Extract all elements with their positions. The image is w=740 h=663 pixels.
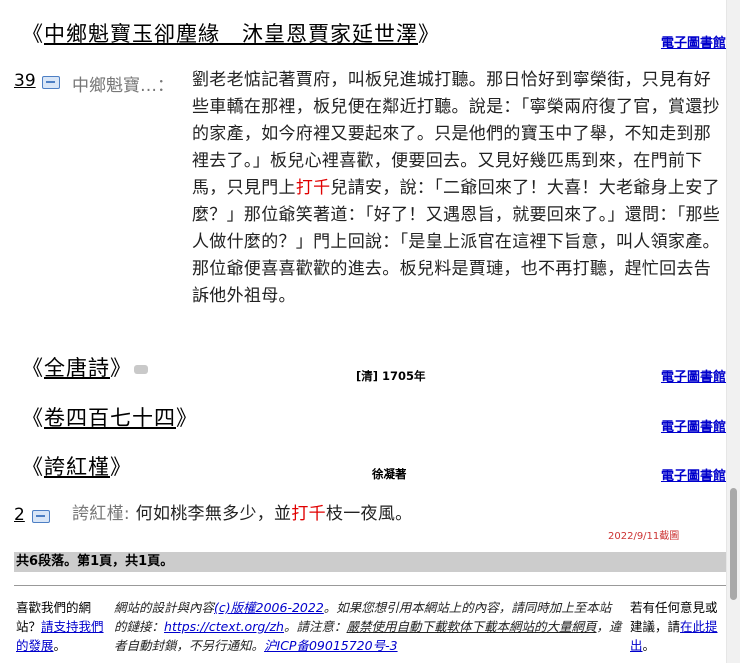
vertical-scrollbar[interactable] xyxy=(726,0,740,663)
book-header-chapter: 《中鄉魁寶玉卻塵緣 沐皇恩賈家延世澤》 電子圖書館 xyxy=(14,18,726,52)
summary-text: 共 xyxy=(16,554,30,569)
book-header-quantangshi: 《全唐詩》 [清] 1705年 電子圖書館 xyxy=(14,352,726,386)
text-segment: 枝一夜風。 xyxy=(325,504,413,524)
snapshot-date-note: 2022/9/11截圖 xyxy=(608,531,680,542)
book-title-chapter: 《中鄉魁寶玉卻塵緣 沐皇恩賈家延世澤》 xyxy=(22,22,440,46)
parallel-passage-icon[interactable] xyxy=(32,510,50,523)
footer-feedback: 若有任何意見或建議，請在此提出。 xyxy=(630,598,720,655)
copyright-link[interactable]: (c)版權2006-2022 xyxy=(214,600,324,615)
book-title-poem: 《誇紅槿》 xyxy=(22,455,132,479)
book-title-juan: 《卷四百七十四》 xyxy=(22,406,198,430)
book-header-juan: 《卷四百七十四》 電子圖書館 xyxy=(14,402,726,436)
book-header-poem: 《誇紅槿》 徐凝著 電子圖書館 xyxy=(14,451,726,485)
summary-text: 頁，共 xyxy=(99,554,139,569)
book-date: [清] 1705年 xyxy=(356,369,426,383)
parallel-passage-icon[interactable] xyxy=(42,76,60,89)
results-summary: 共6段落。第1頁，共1頁。 xyxy=(14,552,726,572)
site-url-link[interactable]: https://ctext.org/zh xyxy=(164,619,284,634)
download-warning: 嚴禁使用自動下載軟体下載本網站的大量網頁 xyxy=(346,619,597,634)
icp-license-link[interactable]: 沪ICP备09015720号-3 xyxy=(264,638,398,653)
search-highlight: 打千 xyxy=(291,504,326,524)
summary-text: 段落。第 xyxy=(38,554,91,569)
search-highlight: 打千 xyxy=(295,178,331,198)
paragraph-text: 誇紅槿: 何如桃李無多少，並打千枝一夜風。 xyxy=(72,501,632,528)
paragraph-number-link[interactable]: 39 xyxy=(14,71,36,91)
footer-text: 網站的設計與內容 xyxy=(114,600,215,615)
book-title-quantangshi: 《全唐詩》 xyxy=(22,356,132,380)
footer-copyright: 網站的設計與內容(c)版權2006-2022。如果您想引用本網站上的內容，請同時… xyxy=(114,598,622,655)
discussion-icon[interactable] xyxy=(134,365,148,374)
footer-support: 喜歡我們的網站？請支持我們的發展。 xyxy=(16,598,104,655)
library-link[interactable]: 電子圖書館 xyxy=(661,366,726,385)
footer-punct: 。 xyxy=(642,638,656,653)
text-segment: 何如桃李無多少，並 xyxy=(135,504,292,524)
book-title-link[interactable]: 全唐詩 xyxy=(44,356,110,380)
footer-text: 。請注意： xyxy=(283,619,347,634)
book-title-link[interactable]: 中鄉魁寶玉卻塵緣 沐皇恩賈家延世澤 xyxy=(44,22,418,46)
scrollbar-thumb[interactable] xyxy=(730,488,737,600)
current-page: 1 xyxy=(90,554,100,569)
book-title-link[interactable]: 誇紅槿 xyxy=(44,455,110,479)
book-author: 徐凝著 xyxy=(372,467,407,481)
paragraph-source: 中鄉魁寶…： xyxy=(72,76,174,96)
book-title-link[interactable]: 卷四百七十四 xyxy=(44,406,176,430)
paragraph-number-link[interactable]: 2 xyxy=(14,505,25,525)
paragraph-source: 誇紅槿: xyxy=(72,504,136,524)
summary-text: 頁。 xyxy=(147,554,174,569)
footer-punct: 。 xyxy=(53,638,67,653)
footer-divider xyxy=(14,585,726,586)
total-pages: 1 xyxy=(138,554,148,569)
library-link[interactable]: 電子圖書館 xyxy=(661,416,726,435)
paragraph-count: 6 xyxy=(29,554,39,569)
library-link[interactable]: 電子圖書館 xyxy=(661,465,726,484)
library-link[interactable]: 電子圖書館 xyxy=(661,32,726,51)
paragraph-text: 劉老老惦記著賈府，叫板兒進城打聽。那日恰好到寧榮街，只見有好些車轎在那裡，板兒便… xyxy=(192,67,724,310)
